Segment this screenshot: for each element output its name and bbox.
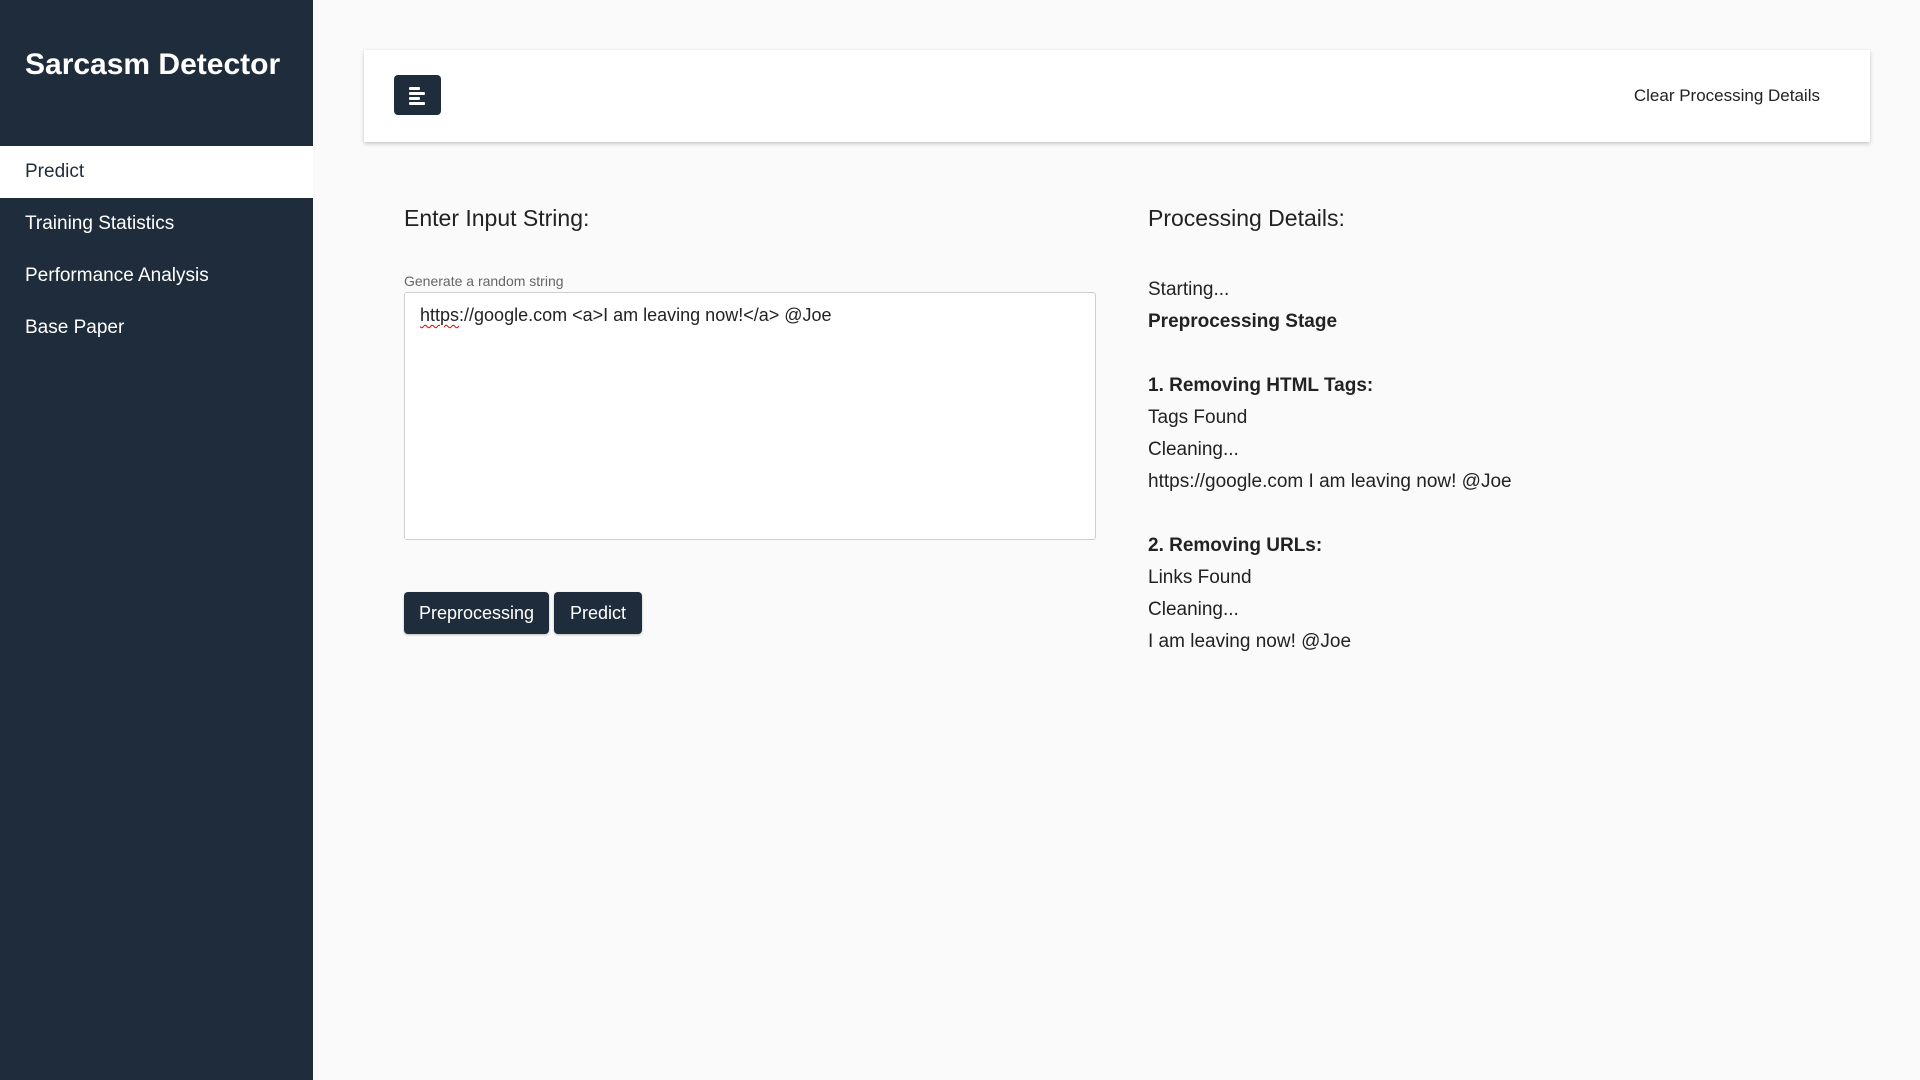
top-bar: Clear Processing Details bbox=[364, 50, 1870, 142]
log-step2-result: I am leaving now! @Joe bbox=[1148, 631, 1352, 652]
sidebar-item-predict[interactable]: Predict bbox=[0, 146, 313, 198]
sidebar-item-base-paper[interactable]: Base Paper bbox=[0, 302, 313, 354]
input-value-prefix: https bbox=[420, 305, 460, 325]
log-starting: Starting... bbox=[1148, 279, 1230, 300]
input-value-rest: ://google.com <a>I am leaving now!</a> @… bbox=[459, 305, 832, 325]
sidebar-item-performance-analysis[interactable]: Performance Analysis bbox=[0, 250, 313, 302]
input-section-title: Enter Input String: bbox=[404, 205, 590, 231]
log-stage: Preprocessing Stage bbox=[1148, 311, 1338, 332]
log-step2-found: Links Found bbox=[1148, 567, 1252, 588]
log-spacer bbox=[1148, 498, 1748, 530]
input-string-textarea[interactable]: https://google.com <a>I am leaving now!<… bbox=[404, 292, 1096, 540]
app-title: Sarcasm Detector bbox=[25, 48, 281, 81]
log-step2-cleaning: Cleaning... bbox=[1148, 599, 1239, 620]
log-step1-cleaning: Cleaning... bbox=[1148, 439, 1239, 460]
log-step1-title: 1. Removing HTML Tags: bbox=[1148, 375, 1374, 396]
log-step1-result: https://google.com I am leaving now! @Jo… bbox=[1148, 471, 1512, 492]
sidebar: Sarcasm Detector Predict Training Statis… bbox=[0, 0, 313, 1080]
log-step1-found: Tags Found bbox=[1148, 407, 1248, 428]
app-root: Sarcasm Detector Predict Training Statis… bbox=[0, 0, 1920, 1080]
processing-details-title: Processing Details: bbox=[1148, 205, 1345, 231]
sidebar-toggle-button[interactable] bbox=[394, 75, 441, 115]
log-spacer bbox=[1148, 338, 1748, 370]
log-step2-title: 2. Removing URLs: bbox=[1148, 535, 1323, 556]
clear-processing-details-link[interactable]: Clear Processing Details bbox=[1634, 86, 1820, 106]
preprocessing-button[interactable]: Preprocessing bbox=[404, 592, 549, 634]
processing-details-log: Starting... Preprocessing Stage 1. Remov… bbox=[1148, 274, 1748, 658]
sidebar-nav: Predict Training Statistics Performance … bbox=[0, 146, 313, 354]
sidebar-item-training-statistics[interactable]: Training Statistics bbox=[0, 198, 313, 250]
generate-random-string-link[interactable]: Generate a random string bbox=[404, 273, 564, 289]
predict-button[interactable]: Predict bbox=[554, 592, 642, 634]
